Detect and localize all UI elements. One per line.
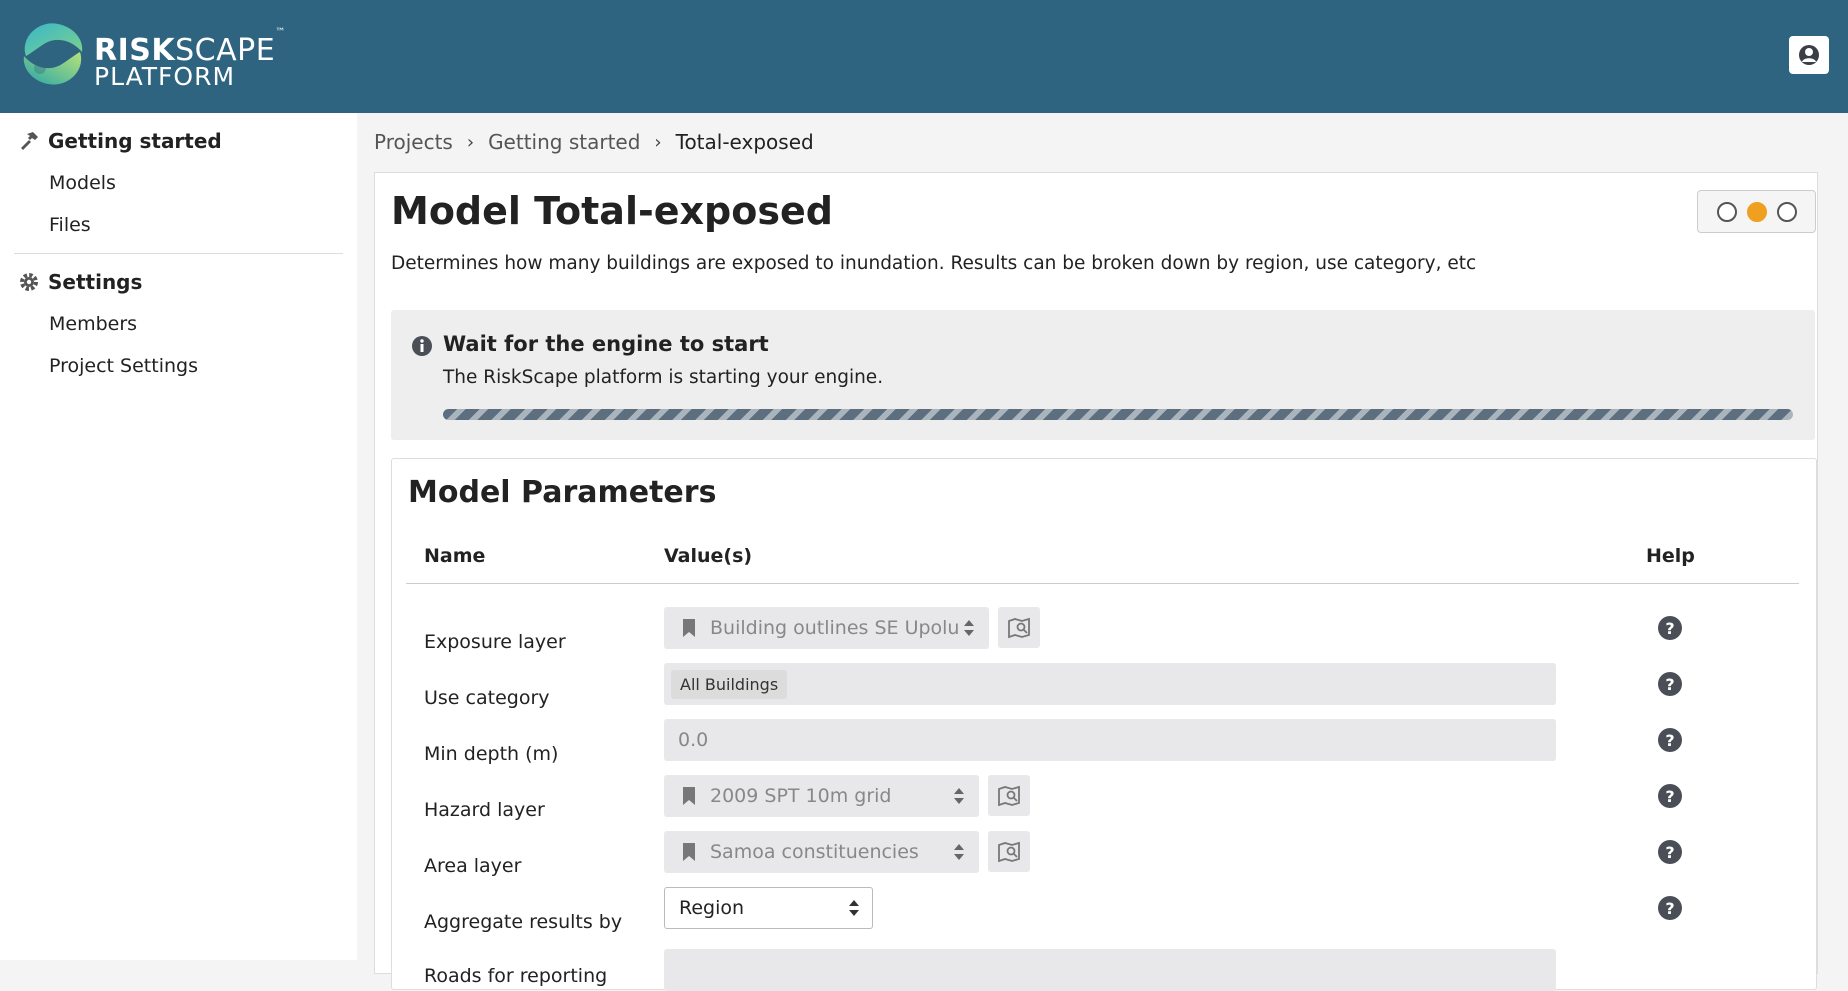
breadcrumb-current: Total-exposed (675, 130, 814, 154)
min-depth-value: 0.0 (678, 729, 709, 751)
gear-icon (18, 271, 40, 293)
engine-progress-bar (443, 409, 1793, 420)
model-parameters-panel: Model Parameters Name Value(s) Help Expo… (391, 458, 1817, 991)
status-dot (1776, 201, 1797, 222)
engine-status-indicator (1697, 190, 1816, 233)
help-icon[interactable]: ? (1658, 896, 1682, 920)
help-icon[interactable]: ? (1658, 728, 1682, 752)
user-menu-button[interactable] (1789, 36, 1829, 74)
aggregate-by-value: Region (679, 897, 745, 919)
header-divider (406, 583, 1799, 584)
chevron-right-icon: › (466, 131, 475, 153)
chevron-right-icon: › (654, 131, 662, 153)
area-layer-map-button[interactable] (988, 831, 1030, 872)
sidebar-item-project-settings[interactable]: Project Settings (49, 355, 198, 377)
help-icon[interactable]: ? (1658, 784, 1682, 808)
sidebar-item-files[interactable]: Files (49, 214, 91, 236)
select-arrows-icon (953, 787, 965, 805)
exposure-layer-map-button[interactable] (998, 607, 1040, 648)
sidebar-item-members[interactable]: Members (49, 313, 137, 335)
column-header-help: Help (1646, 545, 1695, 567)
status-dot-active (1746, 201, 1767, 222)
sidebar-section-label: Settings (48, 270, 143, 294)
notice-text: The RiskScape platform is starting your … (443, 367, 884, 388)
model-description: Determines how many buildings are expose… (391, 253, 1477, 274)
param-label-exposure-layer: Exposure layer (424, 631, 566, 653)
sidebar-section-settings[interactable]: Settings (18, 270, 142, 294)
sidebar: Getting started Models Files Settings Me… (0, 113, 357, 960)
select-arrows-icon (953, 843, 965, 861)
help-icon[interactable]: ? (1658, 672, 1682, 696)
top-bar: RISKSCAPE™ PLATFORM (0, 0, 1848, 113)
hazard-layer-value: 2009 SPT 10m grid (710, 785, 892, 807)
area-layer-select[interactable]: Samoa constituencies (664, 831, 979, 873)
select-arrows-icon (963, 619, 975, 637)
select-arrows-icon (848, 899, 860, 922)
brand-name: RISKSCAPE™ PLATFORM (94, 28, 286, 90)
sidebar-divider (14, 253, 343, 254)
sidebar-section-label: Getting started (48, 129, 222, 153)
hazard-layer-map-button[interactable] (988, 775, 1030, 816)
use-category-input[interactable]: All Buildings (664, 663, 1556, 705)
riskscape-logo (23, 23, 83, 85)
min-depth-input[interactable]: 0.0 (664, 719, 1556, 761)
param-label-use-category: Use category (424, 687, 550, 709)
hazard-layer-select[interactable]: 2009 SPT 10m grid (664, 775, 979, 817)
param-label-min-depth: Min depth (m) (424, 743, 559, 765)
use-category-chip[interactable]: All Buildings (671, 669, 788, 699)
map-search-icon (1008, 617, 1030, 638)
bookmark-icon (682, 842, 696, 862)
param-label-aggregate-by: Aggregate results by (424, 911, 623, 933)
sidebar-item-models[interactable]: Models (49, 172, 116, 194)
engine-notice: Wait for the engine to start The RiskSca… (391, 310, 1815, 440)
breadcrumb-projects[interactable]: Projects (374, 130, 453, 154)
bookmark-icon (682, 786, 696, 806)
bookmark-icon (682, 618, 696, 638)
param-label-hazard-layer: Hazard layer (424, 799, 545, 821)
user-icon (1799, 45, 1819, 65)
sidebar-section-getting-started[interactable]: Getting started (18, 129, 222, 153)
column-header-name: Name (424, 545, 486, 567)
page-title: Model Total-exposed (391, 189, 833, 233)
notice-heading: Wait for the engine to start (443, 332, 769, 356)
map-search-icon (998, 785, 1020, 806)
param-label-area-layer: Area layer (424, 855, 522, 877)
help-icon[interactable]: ? (1658, 840, 1682, 864)
status-dot (1716, 201, 1737, 222)
area-layer-value: Samoa constituencies (710, 841, 919, 863)
info-icon (412, 336, 432, 356)
exposure-layer-value: Building outlines SE Upolu (710, 617, 960, 639)
column-header-values: Value(s) (664, 545, 753, 567)
aggregate-by-select[interactable]: Region (664, 887, 873, 929)
exposure-layer-select[interactable]: Building outlines SE Upolu (664, 607, 989, 649)
roads-for-reporting-input[interactable] (664, 949, 1556, 991)
brand-tm: ™ (275, 27, 286, 38)
map-search-icon (998, 841, 1020, 862)
param-label-roads-for-reporting: Roads for reporting (424, 965, 608, 987)
help-icon[interactable]: ? (1658, 616, 1682, 640)
hammer-icon (18, 130, 40, 152)
breadcrumb: Projects › Getting started › Total-expos… (374, 130, 814, 154)
breadcrumb-getting-started[interactable]: Getting started (488, 130, 640, 154)
parameters-heading: Model Parameters (408, 475, 717, 510)
model-card: Model Total-exposed Determines how many … (374, 172, 1818, 991)
